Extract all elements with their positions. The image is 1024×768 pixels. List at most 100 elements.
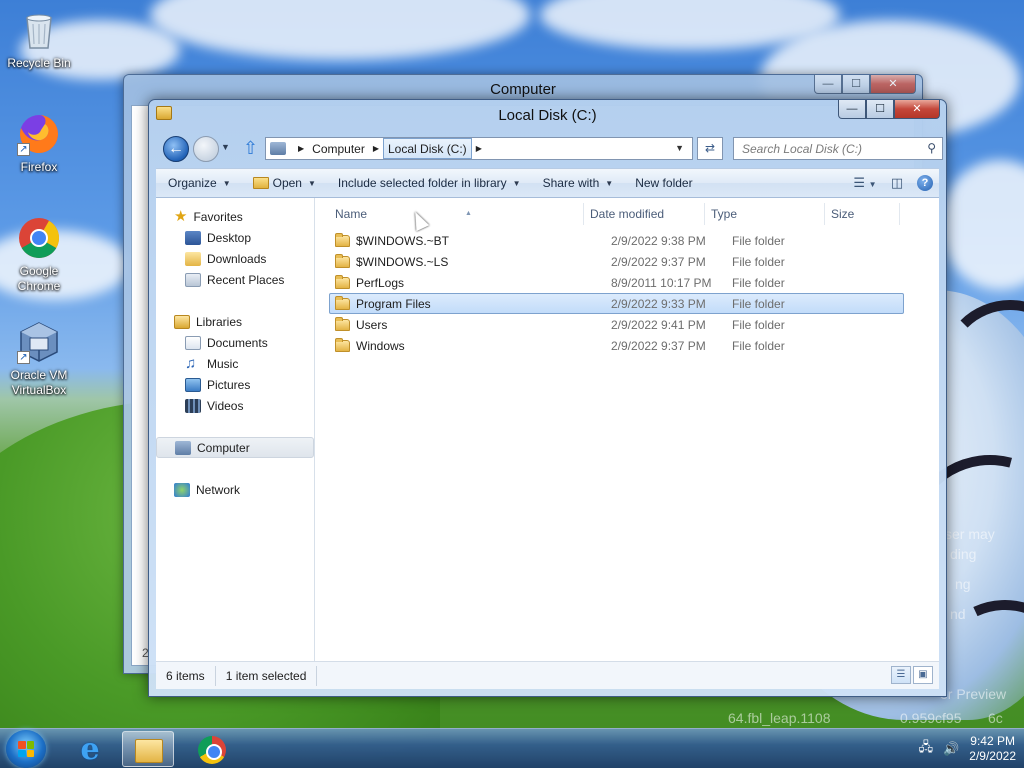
organize-button[interactable]: Organize ▼ [156,169,241,197]
file-row-selected[interactable]: Program Files 2/9/2022 9:33 PM File fold… [329,293,904,314]
chevron-right-icon[interactable]: ▶ [472,144,486,153]
desktop-icon-label: Firefox [20,160,58,174]
taskbar-chrome[interactable] [186,731,238,767]
nav-label: Desktop [207,230,252,245]
file-type: File folder [732,254,785,269]
maximize-button[interactable]: ☐ [866,100,894,119]
up-arrow-icon[interactable]: ⇧ [243,138,258,159]
nav-recent-places[interactable]: Recent Places [156,269,314,290]
sort-ascending-icon: ▲ [465,210,472,217]
recent-places-icon [185,272,201,287]
start-button[interactable] [6,730,46,768]
column-header-date[interactable]: Date modified [584,203,705,225]
column-header-name[interactable]: Name ▲ [329,203,584,225]
desktop-icon-recycle-bin[interactable]: Recycle Bin [1,8,77,71]
view-list-icon: ☰ [853,175,866,190]
watermark-text: 6c [988,710,1003,726]
nav-videos[interactable]: Videos [156,395,314,416]
clock[interactable]: 9:42 PM 2/9/2022 [969,734,1016,764]
network-icon[interactable]: 🖧 [919,738,934,760]
search-box[interactable]: ⚲ [733,137,943,160]
file-row[interactable]: $WINDOWS.~LS 2/9/2022 9:37 PM File folde… [329,251,904,272]
breadcrumb-computer[interactable]: Computer [308,138,369,159]
nav-libraries[interactable]: Libraries [156,311,314,332]
file-name: Users [356,317,388,332]
column-header-type[interactable]: Type [705,203,825,225]
details-view-button[interactable]: ☰ [891,666,911,684]
minimize-button[interactable]: — [814,75,842,94]
include-in-library-button[interactable]: Include selected folder in library ▼ [326,169,531,197]
navigation-pane[interactable]: ★ Favorites Desktop Downloads Recent Pla… [156,198,315,661]
address-bar[interactable]: ▶ Computer ▶ Local Disk (C:) ▶ ▼ [265,137,693,160]
file-row[interactable]: $WINDOWS.~BT 2/9/2022 9:38 PM File folde… [329,230,904,251]
refresh-button[interactable]: ⇄ [697,137,723,160]
desktop-icon-chrome[interactable]: Google Chrome [1,216,77,294]
taskbar-file-explorer[interactable] [122,731,174,767]
file-list[interactable]: Name ▲ Date modified Type Size $WINDOWS.… [316,198,939,661]
watermark-text: 0.959cf95 [900,710,962,726]
folder-icon [335,316,350,331]
clock-date: 2/9/2022 [969,749,1016,763]
file-row[interactable]: Users 2/9/2022 9:41 PM File folder [329,314,904,335]
desktop-icon-firefox[interactable]: ↗ Firefox [1,112,77,175]
chrome-icon [17,216,61,260]
file-date: 8/9/2011 10:17 PM [611,275,712,290]
maximize-button[interactable]: ☐ [842,75,870,94]
explorer-window[interactable]: Local Disk (C:) — ☐ ✕ ← ▼ ⇧ ▶ Computer ▶… [148,99,947,697]
window-title: Computer [490,81,556,98]
chevron-down-icon[interactable]: ▼ [675,143,684,153]
include-label: Include selected folder in library [337,176,507,190]
watermark-text: ser may [945,526,995,542]
nav-documents[interactable]: Documents [156,332,314,353]
shortcut-arrow-icon: ↗ [17,143,30,156]
file-date: 2/9/2022 9:33 PM [611,296,706,311]
folder-icon [335,337,350,352]
nav-favorites[interactable]: ★ Favorites [156,206,314,227]
open-label: Open [272,176,302,190]
nav-downloads[interactable]: Downloads [156,248,314,269]
open-button[interactable]: Open ▼ [241,169,326,197]
nav-computer[interactable]: Computer [156,437,314,458]
nav-label: Documents [207,335,268,350]
nav-music[interactable]: ♫ Music [156,353,314,374]
nav-label: Recent Places [207,272,285,287]
chrome-icon [198,736,226,764]
close-button[interactable]: ✕ [894,100,940,119]
clock-time: 9:42 PM [970,734,1015,748]
virtualbox-icon: ↗ [17,320,61,364]
help-button[interactable]: ? [917,175,933,191]
folder-icon [335,253,350,268]
back-button[interactable]: ← [163,136,189,162]
desktop-icon-virtualbox[interactable]: ↗ Oracle VM VirtualBox [1,320,77,398]
chevron-right-icon[interactable]: ▶ [369,144,383,153]
column-header-size[interactable]: Size [825,203,900,225]
minimize-button[interactable]: — [838,100,866,119]
system-tray: 🖧 🔊 9:42 PM 2/9/2022 [919,729,1016,768]
close-button[interactable]: ✕ [870,75,916,94]
chevron-right-icon[interactable]: ▶ [294,144,308,153]
file-date: 2/9/2022 9:38 PM [611,233,706,248]
chevron-down-icon: ▼ [222,178,231,188]
search-input[interactable] [734,138,912,159]
nav-label: Network [196,482,241,497]
recent-pages-dropdown[interactable]: ▼ [221,142,230,152]
volume-icon[interactable]: 🔊 [943,741,959,757]
desktop-icon-label: Google [19,264,59,278]
taskbar-internet-explorer[interactable]: e [64,731,116,767]
preview-pane-button[interactable]: ◫ [885,173,909,193]
forward-button[interactable] [193,136,219,162]
internet-explorer-icon: e [80,732,100,767]
share-with-button[interactable]: Share with ▼ [531,169,624,197]
file-row[interactable]: PerfLogs 8/9/2011 10:17 PM File folder [329,272,904,293]
nav-network[interactable]: Network [156,479,314,500]
nav-pictures[interactable]: Pictures [156,374,314,395]
breadcrumb-local-disk[interactable]: Local Disk (C:) [383,138,472,159]
search-icon[interactable]: ⚲ [927,141,936,155]
nav-desktop[interactable]: Desktop [156,227,314,248]
change-view-button[interactable]: ☰ ▼ [853,173,877,193]
large-icons-view-button[interactable]: ▣ [913,666,933,684]
watermark-text: nd [950,606,966,622]
desktop-icon-label: Chrome [17,279,61,293]
file-row[interactable]: Windows 2/9/2022 9:37 PM File folder [329,335,904,356]
new-folder-button[interactable]: New folder [623,169,702,197]
